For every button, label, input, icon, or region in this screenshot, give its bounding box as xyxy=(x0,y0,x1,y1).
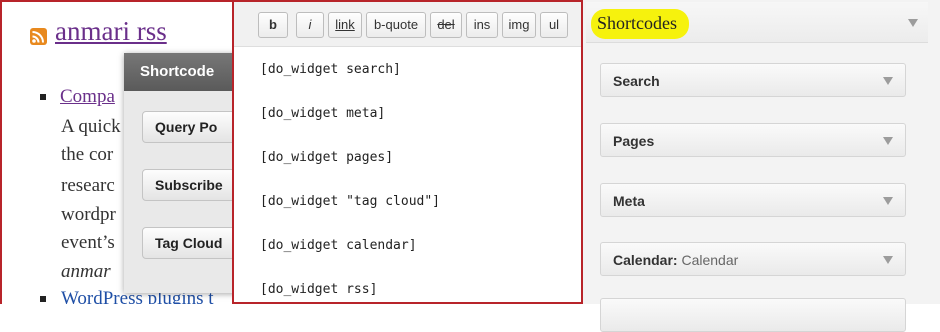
button-label: Subscribe xyxy=(155,177,223,193)
shortcodes-sidebar-header[interactable]: Shortcodes xyxy=(586,2,928,43)
text-editor: b i link b-quote del ins img ul [do_widg… xyxy=(232,0,583,304)
post-excerpt-line: event’s xyxy=(61,232,115,253)
post-excerpt-line: researc xyxy=(61,175,115,196)
ins-button[interactable]: ins xyxy=(466,12,498,38)
italic-button[interactable]: i xyxy=(296,12,324,38)
widget-type: Calendar: xyxy=(613,252,678,268)
list-bullet xyxy=(40,296,46,302)
post-excerpt-line: A quick xyxy=(61,116,121,137)
shortcode-popup-title: Shortcode xyxy=(140,63,215,80)
widget-label: Pages xyxy=(613,133,655,149)
img-button[interactable]: img xyxy=(502,12,536,38)
widget-label: Search xyxy=(613,73,660,89)
widget-partial[interactable] xyxy=(600,298,906,332)
editor-toolbar: b i link b-quote del ins img ul xyxy=(234,2,581,47)
code-line: [do_widget calendar] xyxy=(260,238,417,253)
widget-calendar[interactable]: Calendar: Calendar xyxy=(600,242,906,276)
blockquote-button[interactable]: b-quote xyxy=(366,12,426,38)
code-line: [do_widget search] xyxy=(260,62,401,77)
ul-button[interactable]: ul xyxy=(540,12,568,38)
del-button[interactable]: del xyxy=(430,12,462,38)
widgets-panel: Shortcodes Search Pages Meta Calendar: C… xyxy=(583,0,940,332)
widget-pages[interactable]: Pages xyxy=(600,123,906,157)
widget-title: Calendar xyxy=(681,252,739,268)
chevron-down-icon[interactable] xyxy=(883,137,893,145)
shortcodes-title: Shortcodes xyxy=(597,13,677,33)
code-line: [do_widget pages] xyxy=(260,150,394,165)
post-excerpt-line: anmar xyxy=(61,261,111,282)
link-button[interactable]: link xyxy=(328,12,362,38)
widget-search[interactable]: Search xyxy=(600,63,906,97)
widget-label: Calendar: Calendar xyxy=(613,252,738,268)
editor-textarea[interactable]: [do_widget search] [do_widget meta] [do_… xyxy=(234,47,581,302)
button-label: Tag Cloud xyxy=(155,235,223,251)
rss-icon[interactable] xyxy=(30,28,47,45)
code-line: [do_widget "tag cloud"] xyxy=(260,194,441,209)
chevron-down-icon[interactable] xyxy=(883,77,893,85)
code-line: [do_widget rss] xyxy=(260,282,378,297)
button-label: Query Po xyxy=(155,119,218,135)
chevron-down-icon[interactable] xyxy=(883,256,893,264)
post-link[interactable]: Compa xyxy=(60,86,115,108)
code-line: [do_widget meta] xyxy=(260,106,386,121)
widget-meta[interactable]: Meta xyxy=(600,183,906,217)
chevron-down-icon[interactable] xyxy=(908,19,918,27)
chevron-down-icon[interactable] xyxy=(883,197,893,205)
post-excerpt-line: wordpr xyxy=(61,204,116,225)
post-excerpt-line: the cor xyxy=(61,144,114,165)
bold-button[interactable]: b xyxy=(258,12,288,38)
blog-title-link[interactable]: anmari rss xyxy=(55,16,167,47)
widget-label: Meta xyxy=(613,193,645,209)
list-bullet xyxy=(40,94,46,100)
